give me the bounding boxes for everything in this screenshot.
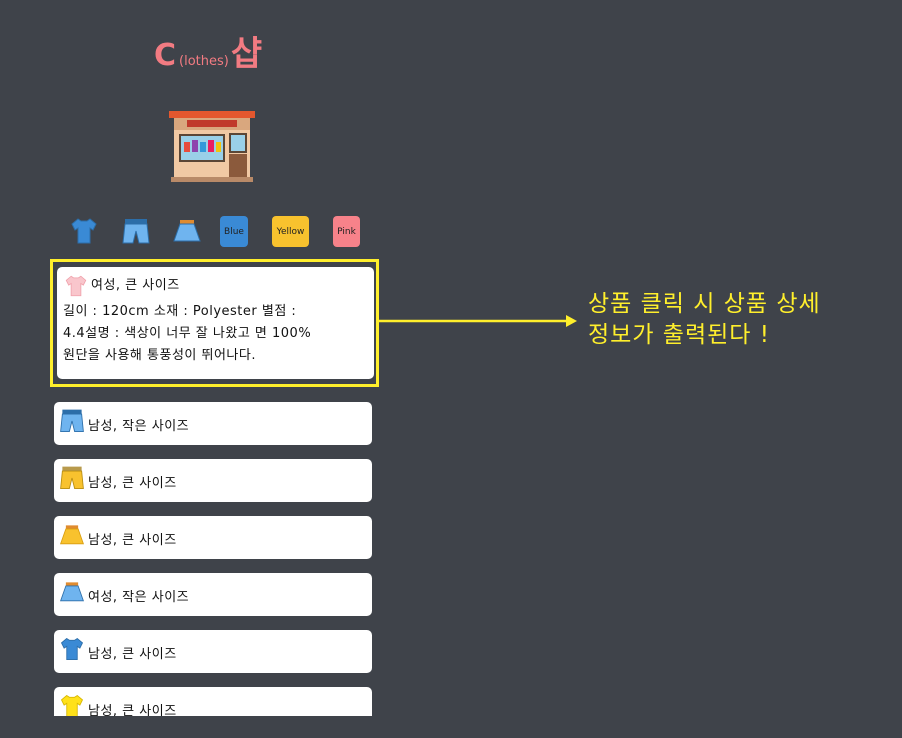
detail-line: 원단을 사용해 통풍성이 뛰어나다. [63,348,256,363]
detail-line: 길이 : 120cm 소재 : Polyester 별점 : [63,304,297,319]
clothes-shop-app: C (lothes)샵 Blue Yellow Pink 여성, 큰 사이즈 길… [50,18,380,716]
product-list-item[interactable]: 남성, 큰 사이즈 [54,516,372,559]
annotation-line: 상품 클릭 시 상품 상세 [588,291,821,317]
product-label: 남성, 큰 사이즈 [88,703,177,717]
app-title: C (lothes)샵 [154,26,262,75]
pink-tshirt-icon [65,275,87,297]
annotation-line: 정보가 출력된다 ! [588,322,770,348]
clothing-store-icon [169,111,255,182]
product-list-item[interactable]: 남성, 작은 사이즈 [54,402,372,445]
blue-tshirt-icon [60,637,84,660]
yellow-skirt-icon [60,524,84,544]
product-list-item[interactable]: 여성, 작은 사이즈 [54,573,372,616]
tshirt-icon[interactable] [68,215,100,247]
filter-blue-button[interactable]: Blue [220,216,248,247]
product-label: 남성, 큰 사이즈 [88,532,177,548]
annotation-text: 상품 클릭 시 상품 상세 정보가 출력된다 ! [588,289,821,351]
blue-shorts-icon [60,409,84,432]
product-label: 남성, 큰 사이즈 [88,475,177,491]
detail-title: 여성, 큰 사이즈 [91,278,180,293]
shorts-icon[interactable] [120,215,152,247]
product-list-item[interactable]: 남성, 큰 사이즈 [54,459,372,502]
yellow-tshirt-icon [60,694,84,716]
title-letter: C [154,38,178,73]
skirt-icon[interactable] [171,215,203,247]
blue-skirt-icon [60,581,84,601]
title-subtitle: (lothes) [179,54,229,69]
filter-yellow-button[interactable]: Yellow [272,216,309,247]
filter-pink-button[interactable]: Pink [333,216,360,247]
yellow-shorts-icon [60,466,84,489]
detail-highlight-frame: 여성, 큰 사이즈 길이 : 120cm 소재 : Polyester 별점 :… [50,259,379,387]
detail-header: 여성, 큰 사이즈 [63,271,368,301]
detail-line: 4.4설명 : 색상이 너무 잘 나왔고 면 100% [63,326,312,341]
product-list-item[interactable]: 남성, 큰 사이즈 [54,630,372,673]
product-label: 남성, 작은 사이즈 [88,418,190,434]
product-detail-card[interactable]: 여성, 큰 사이즈 길이 : 120cm 소재 : Polyester 별점 :… [57,267,374,379]
product-label: 여성, 작은 사이즈 [88,589,190,605]
annotation-arrow [378,315,577,327]
detail-description: 길이 : 120cm 소재 : Polyester 별점 : 4.4설명 : 색… [63,301,368,367]
product-label: 남성, 큰 사이즈 [88,646,177,662]
title-korean: 샵 [230,34,263,74]
product-list-item[interactable]: 남성, 큰 사이즈 [54,687,372,716]
filter-bar: Blue Yellow Pink [68,215,368,249]
